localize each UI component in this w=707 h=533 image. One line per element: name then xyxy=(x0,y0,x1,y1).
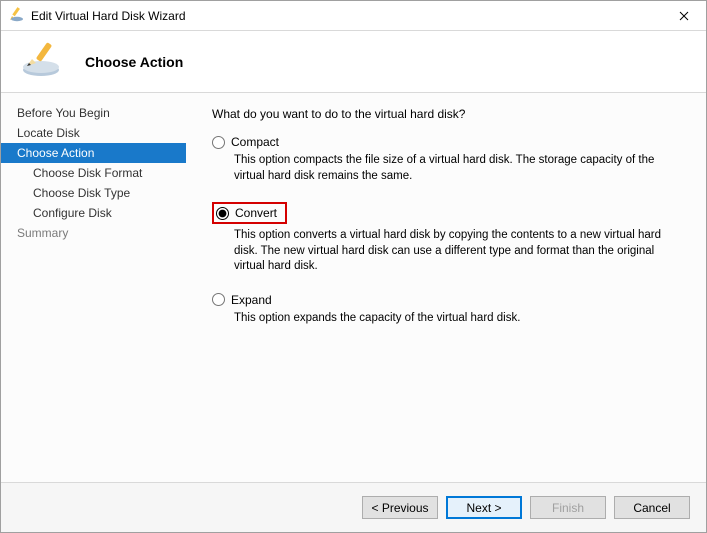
option-desc-expand: This option expands the capacity of the … xyxy=(234,311,680,327)
next-button[interactable]: Next > xyxy=(446,496,522,519)
footer: < Previous Next > Finish Cancel xyxy=(1,482,706,532)
radio-convert[interactable] xyxy=(216,207,229,220)
option-convert: Convert xyxy=(212,202,686,224)
sidebar: Before You BeginLocate DiskChoose Action… xyxy=(1,93,186,482)
sidebar-item-choose-disk-format[interactable]: Choose Disk Format xyxy=(1,163,186,183)
wizard-icon xyxy=(19,40,67,83)
radio-compact[interactable] xyxy=(212,136,225,149)
radio-expand[interactable] xyxy=(212,293,225,306)
previous-button[interactable]: < Previous xyxy=(362,496,438,519)
question-text: What do you want to do to the virtual ha… xyxy=(212,107,686,121)
option-desc-convert: This option converts a virtual hard disk… xyxy=(234,228,680,275)
finish-button[interactable]: Finish xyxy=(530,496,606,519)
page-title: Choose Action xyxy=(85,54,183,70)
wizard-window: Edit Virtual Hard Disk Wizard Choose Act… xyxy=(0,0,707,533)
header: Choose Action xyxy=(1,31,706,93)
option-label-convert: Convert xyxy=(235,206,277,220)
option-label-compact: Compact xyxy=(231,135,279,149)
option-label-expand: Expand xyxy=(231,293,272,307)
cancel-button[interactable]: Cancel xyxy=(614,496,690,519)
body: Before You BeginLocate DiskChoose Action… xyxy=(1,93,706,482)
sidebar-item-before-you-begin[interactable]: Before You Begin xyxy=(1,103,186,123)
close-button[interactable] xyxy=(661,1,706,30)
titlebar: Edit Virtual Hard Disk Wizard xyxy=(1,1,706,31)
sidebar-item-locate-disk[interactable]: Locate Disk xyxy=(1,123,186,143)
sidebar-item-summary[interactable]: Summary xyxy=(1,223,186,243)
window-title: Edit Virtual Hard Disk Wizard xyxy=(31,9,661,23)
content-pane: What do you want to do to the virtual ha… xyxy=(186,93,706,482)
option-expand: Expand xyxy=(212,293,686,307)
app-icon xyxy=(9,6,25,25)
sidebar-item-configure-disk[interactable]: Configure Disk xyxy=(1,203,186,223)
option-compact: Compact xyxy=(212,135,686,149)
sidebar-item-choose-action[interactable]: Choose Action xyxy=(1,143,186,163)
option-desc-compact: This option compacts the file size of a … xyxy=(234,153,680,184)
sidebar-item-choose-disk-type[interactable]: Choose Disk Type xyxy=(1,183,186,203)
highlight-convert: Convert xyxy=(212,202,287,224)
